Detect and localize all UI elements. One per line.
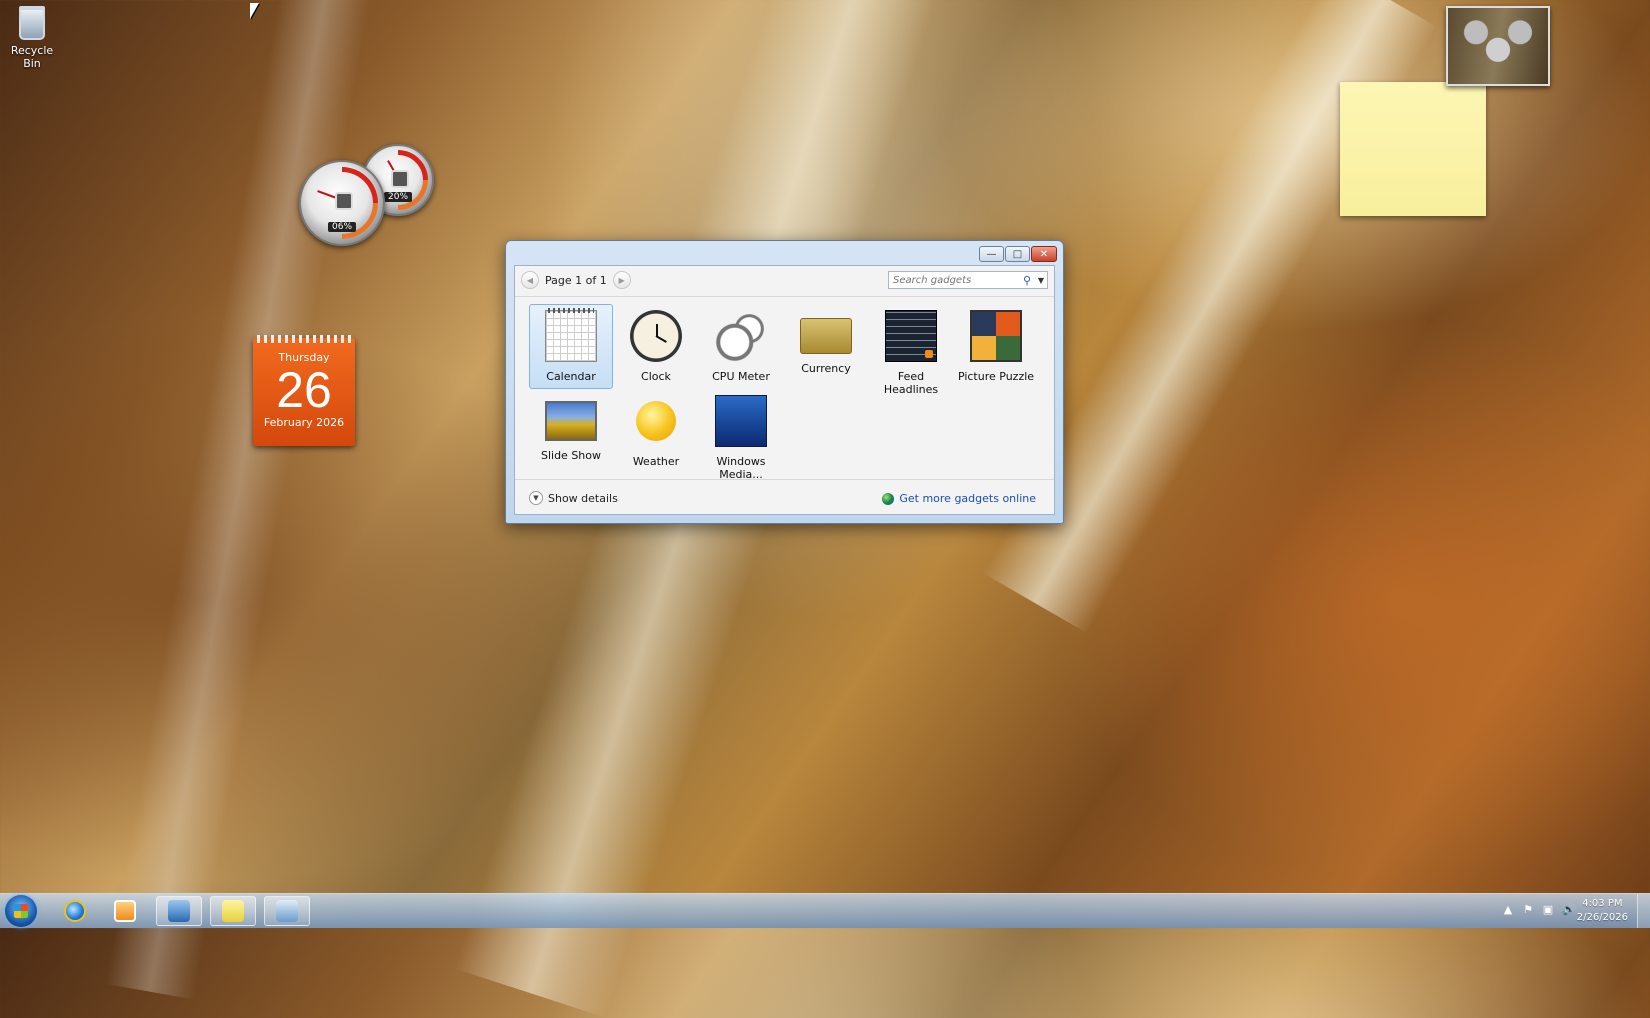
calendar-month-year: February 2026	[263, 416, 345, 429]
prev-page-button[interactable]: ◀	[521, 271, 539, 289]
recycle-bin-label: Recycle Bin	[10, 44, 54, 70]
gadget-label: Weather	[632, 455, 680, 468]
network-icon[interactable]: ▣	[1542, 903, 1554, 916]
globe-icon	[882, 492, 895, 505]
gadget-tile-cpu-meter[interactable]: CPU Meter	[699, 304, 783, 389]
remote-desktop-icon	[276, 900, 298, 922]
slide-show-icon	[545, 401, 597, 441]
taskbar-gadgets[interactable]	[156, 896, 202, 926]
gadget-label: Clock	[641, 370, 671, 383]
gadget-label: CPU Meter	[712, 370, 770, 383]
minimize-button[interactable]: —	[979, 246, 1004, 262]
gadget-tile-windows-media-center[interactable]: Windows Media...	[699, 389, 783, 481]
divider	[515, 296, 1054, 297]
search-dropdown-icon[interactable]: ▼	[1035, 276, 1047, 285]
next-page-button[interactable]: ▶	[612, 271, 631, 289]
gadget-tile-clock[interactable]: Clock	[614, 304, 698, 389]
gadget-label: Slide Show	[540, 449, 602, 462]
get-more-gadgets-link[interactable]: Get more gadgets online	[882, 492, 1036, 505]
clock-icon	[630, 310, 682, 362]
search-box: ⚲ ▼	[888, 271, 1048, 289]
show-hidden-icons-icon[interactable]: ▲	[1502, 903, 1514, 916]
feed-headlines-icon	[885, 310, 937, 362]
gadget-tile-weather[interactable]: Weather	[614, 389, 698, 474]
weather-icon	[636, 401, 676, 441]
search-icon[interactable]: ⚲	[1023, 274, 1035, 287]
get-more-gadgets-label: Get more gadgets online	[899, 492, 1036, 505]
system-tray: ▲ ⚑ ▣ 🔊	[1502, 903, 1576, 916]
calendar-day: 26	[276, 362, 332, 418]
gadget-label: Currency	[801, 362, 851, 375]
clock-time: 4:03 PM	[1582, 898, 1623, 909]
show-details-toggle[interactable]: ▼ Show details	[529, 491, 618, 505]
pager: ◀ Page 1 of 1 ▶	[521, 270, 631, 290]
gadget-label: Picture Puzzle	[957, 370, 1035, 383]
slideshow-photo[interactable]	[1446, 6, 1550, 86]
picture-puzzle-icon	[970, 310, 1022, 362]
gadget-tile-slide-show[interactable]: Slide Show	[529, 389, 613, 474]
gadgets-icon	[168, 900, 190, 922]
start-button[interactable]	[5, 895, 37, 927]
internet-explorer-icon	[64, 900, 86, 922]
gadget-grid: Calendar Clock CPU Meter Currency Feed H…	[529, 304, 1049, 481]
maximize-button[interactable]: □	[1005, 246, 1030, 262]
chevron-down-icon: ▼	[529, 491, 543, 505]
cpu-percent: 06%	[327, 222, 357, 232]
taskbar-sticky-notes[interactable]	[210, 896, 256, 926]
taskbar-internet-explorer[interactable]	[52, 896, 98, 926]
windows-logo-icon	[14, 904, 28, 918]
window-controls: — □ ✕	[979, 246, 1057, 262]
search-input[interactable]	[889, 273, 1023, 287]
taskbar-remote-desktop[interactable]	[264, 896, 310, 926]
gadget-label: Windows Media...	[716, 455, 766, 481]
gallery-body: ◀ Page 1 of 1 ▶ ⚲ ▼ Calendar Clock CPU M…	[514, 265, 1055, 515]
calendar-icon	[545, 308, 597, 362]
show-details-label: Show details	[548, 491, 618, 505]
page-label: Page 1 of 1	[545, 273, 607, 287]
mouse-cursor-icon	[250, 3, 259, 19]
gadget-label: Feed Headlines	[883, 370, 939, 396]
sticky-notes-icon	[222, 900, 244, 922]
gadget-tile-picture-puzzle[interactable]: Picture Puzzle	[954, 304, 1038, 389]
show-desktop-button[interactable]	[1637, 894, 1650, 928]
cpu-chip-icon	[335, 191, 353, 210]
divider	[515, 479, 1054, 480]
gadget-gallery-window[interactable]: — □ ✕ ◀ Page 1 of 1 ▶ ⚲ ▼ Calendar Clock	[505, 240, 1064, 524]
cpu-meter-icon	[715, 310, 767, 362]
sticky-note[interactable]	[1340, 82, 1486, 216]
gadget-tile-currency[interactable]: Currency	[784, 304, 868, 389]
clock-date: 2/26/2026	[1576, 912, 1628, 923]
gadget-tile-feed-headlines[interactable]: Feed Headlines	[869, 304, 953, 396]
cpu-gauge[interactable]: 06%	[291, 152, 393, 254]
taskbar: ▲ ⚑ ▣ 🔊 4:03 PM 2/26/2026	[0, 893, 1650, 928]
recycle-bin-icon	[19, 6, 45, 40]
taskbar-clock[interactable]: 4:03 PM 2/26/2026	[1577, 897, 1628, 925]
memory-chip-icon	[391, 169, 409, 188]
gadget-label: Calendar	[546, 370, 596, 383]
calendar-gadget[interactable]: Thursday 26 February 2026	[253, 335, 355, 446]
calendar-rings	[257, 335, 351, 343]
gadget-tile-calendar[interactable]: Calendar	[529, 304, 613, 389]
taskbar-media-player[interactable]	[102, 896, 148, 926]
action-center-flag-icon[interactable]: ⚑	[1522, 903, 1534, 916]
memory-percent: 20%	[383, 192, 413, 202]
media-player-icon	[114, 900, 136, 922]
close-button[interactable]: ✕	[1031, 246, 1057, 262]
recycle-bin[interactable]: Recycle Bin	[6, 6, 58, 70]
volume-icon[interactable]: 🔊	[1562, 903, 1576, 916]
windows-media-center-icon	[715, 395, 767, 447]
wallpaper-streak	[105, 0, 385, 1000]
currency-icon	[800, 318, 852, 354]
